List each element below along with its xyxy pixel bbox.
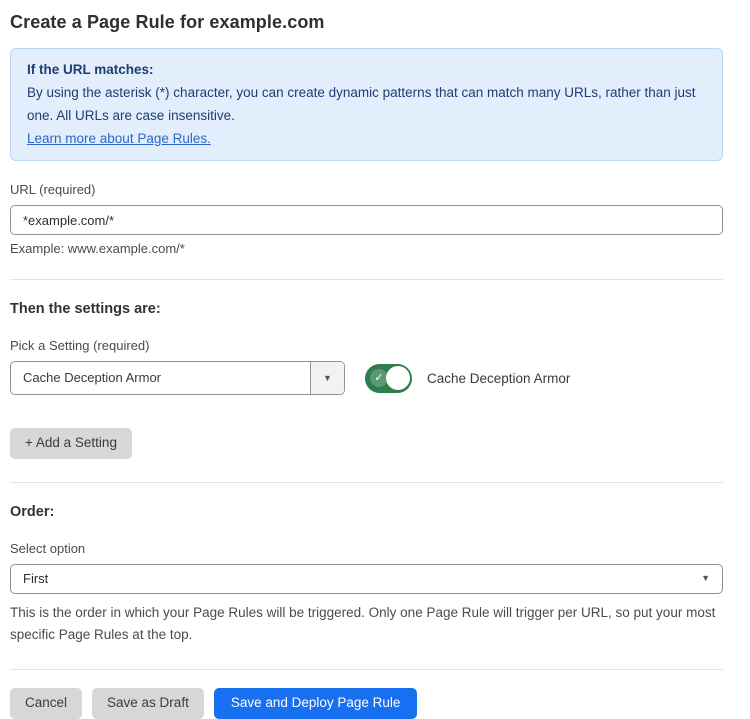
- url-input[interactable]: [10, 205, 723, 235]
- order-section-heading: Order:: [10, 504, 723, 520]
- pick-setting-label: Pick a Setting (required): [10, 338, 723, 353]
- info-box-body: By using the asterisk (*) character, you…: [27, 81, 706, 127]
- order-select[interactable]: First ▼: [10, 564, 723, 594]
- divider-settings: [10, 279, 723, 280]
- order-select-label: Select option: [10, 541, 723, 556]
- cancel-button[interactable]: Cancel: [10, 688, 82, 719]
- page-title: Create a Page Rule for example.com: [10, 12, 723, 33]
- add-setting-button[interactable]: + Add a Setting: [10, 428, 132, 459]
- setting-select[interactable]: Cache Deception Armor ▼: [10, 361, 345, 395]
- footer-actions: Cancel Save as Draft Save and Deploy Pag…: [10, 688, 723, 719]
- setting-select-arrow-button[interactable]: ▼: [310, 362, 344, 394]
- page-rule-form: Create a Page Rule for example.com If th…: [0, 0, 750, 719]
- cache-deception-armor-toggle[interactable]: ✓: [365, 364, 412, 393]
- chevron-down-icon: ▼: [701, 574, 710, 583]
- chevron-down-icon: ▼: [323, 374, 332, 383]
- toggle-setting-label: Cache Deception Armor: [427, 371, 570, 386]
- divider-order: [10, 482, 723, 483]
- setting-picker-row: Cache Deception Armor ▼ ✓ Cache Deceptio…: [10, 361, 723, 395]
- order-helper-text: This is the order in which your Page Rul…: [10, 602, 723, 646]
- url-match-info-box: If the URL matches: By using the asteris…: [10, 48, 723, 161]
- settings-section-heading: Then the settings are:: [10, 301, 723, 317]
- info-box-link-line: Learn more about Page Rules.: [27, 127, 706, 150]
- url-field-label: URL (required): [10, 182, 723, 197]
- save-and-deploy-button[interactable]: Save and Deploy Page Rule: [214, 688, 418, 719]
- divider-footer: [10, 669, 723, 670]
- learn-more-link[interactable]: Learn more about Page Rules.: [27, 131, 211, 146]
- setting-select-value: Cache Deception Armor: [11, 362, 310, 394]
- info-box-heading: If the URL matches:: [27, 58, 706, 81]
- order-select-value: First: [23, 571, 48, 586]
- save-as-draft-button[interactable]: Save as Draft: [92, 688, 204, 719]
- url-example-helper: Example: www.example.com/*: [10, 241, 723, 256]
- toggle-knob: [386, 366, 410, 390]
